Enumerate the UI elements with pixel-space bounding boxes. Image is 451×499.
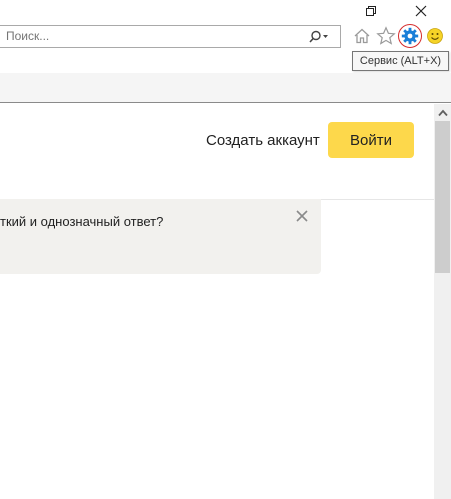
close-icon	[415, 5, 427, 17]
restore-icon	[366, 6, 376, 16]
command-bar	[0, 73, 451, 103]
window-controls	[331, 0, 451, 22]
login-button[interactable]: Войти	[328, 122, 414, 158]
notice-close-button[interactable]	[294, 208, 310, 224]
highlight-circle	[398, 24, 422, 48]
close-button[interactable]	[401, 0, 441, 22]
chevron-down-icon	[323, 34, 328, 38]
search-input[interactable]	[6, 26, 286, 47]
tools-button[interactable]	[398, 24, 422, 48]
scroll-thumb[interactable]	[435, 121, 450, 273]
restore-button[interactable]	[351, 0, 391, 22]
notice-banner: ткий и однозначный ответ?	[0, 199, 321, 274]
create-account-link[interactable]: Создать аккаунт	[206, 132, 320, 150]
scroll-up-button[interactable]	[434, 104, 451, 121]
smiley-icon	[427, 28, 443, 44]
tools-tooltip: Сервис (ALT+X)	[352, 51, 449, 71]
scroll-up-icon	[437, 109, 448, 116]
search-box	[0, 25, 341, 48]
search-button[interactable]	[306, 26, 332, 47]
search-icon	[309, 30, 328, 43]
browser-toolbar	[0, 22, 451, 50]
site-header: Создать аккаунт Войти	[0, 104, 434, 200]
page-viewport: Создать аккаунт Войти ткий и однозначный…	[0, 104, 451, 499]
star-icon	[376, 26, 396, 45]
favorites-button[interactable]	[375, 25, 397, 47]
vertical-scrollbar[interactable]	[434, 104, 451, 499]
home-button[interactable]	[351, 25, 373, 47]
notice-text: ткий и однозначный ответ?	[0, 214, 164, 229]
feedback-button[interactable]	[424, 25, 446, 47]
close-icon	[296, 210, 308, 222]
home-icon	[354, 28, 370, 44]
